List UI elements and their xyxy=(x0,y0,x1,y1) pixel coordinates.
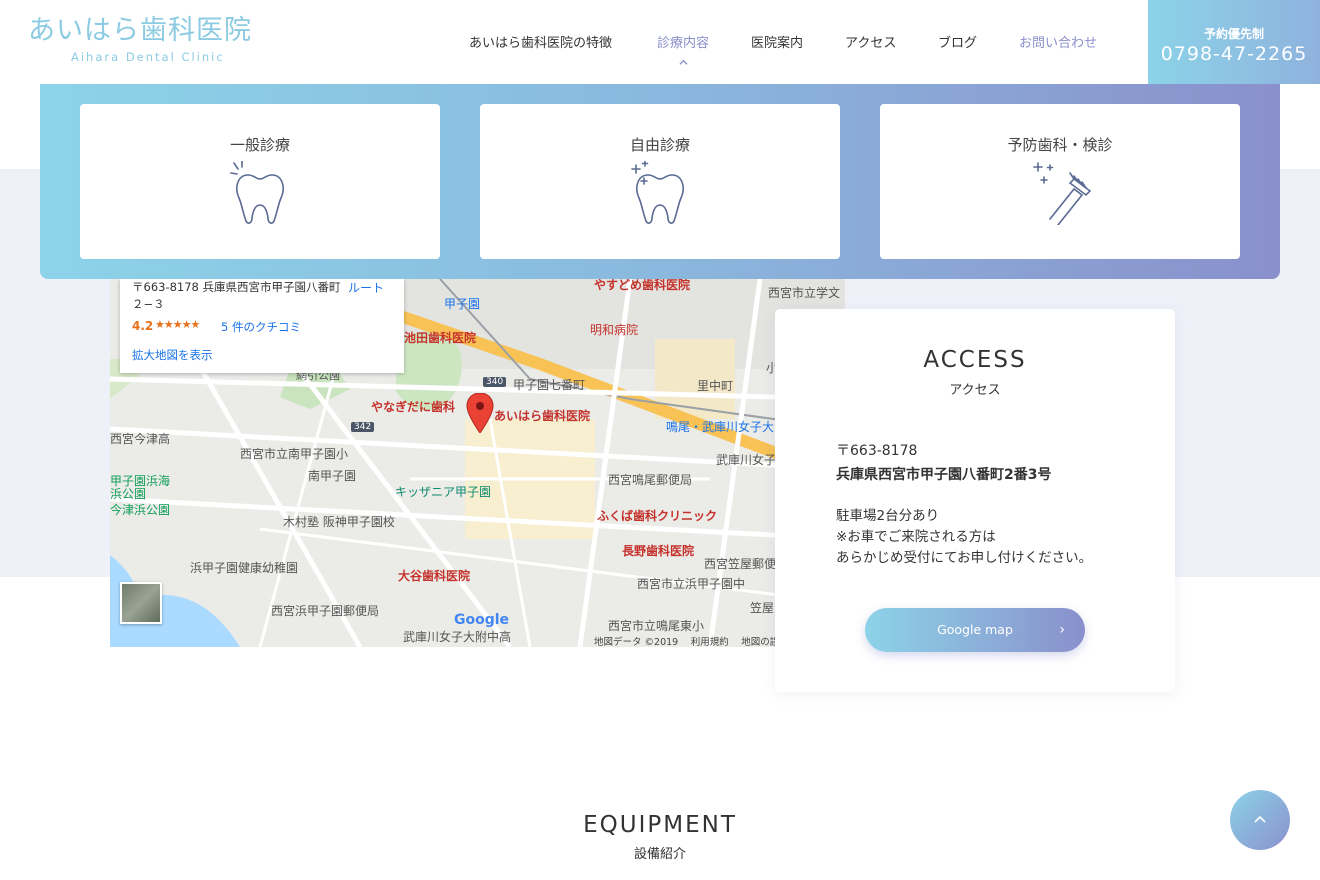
menu-card-private[interactable]: 自由診療 xyxy=(480,104,840,259)
tel-label: 予約優先制 xyxy=(1203,27,1264,41)
site-logo[interactable]: あいはら歯科医院 Aihara Dental Clinic xyxy=(28,14,268,64)
nav-treatments[interactable]: 診療内容 xyxy=(657,32,709,51)
nav-clinic-info[interactable]: 医院案内 xyxy=(751,32,803,51)
google-map-button-label: Google map xyxy=(937,622,1013,637)
access-card: ACCESS アクセス 〒663-8178 兵庫県西宮市甲子園八番町2番3号 駐… xyxy=(775,309,1175,692)
map-poi[interactable]: ふくば歯科クリニック xyxy=(597,507,717,524)
map-poi[interactable]: 甲子園浜海浜公園 xyxy=(110,475,170,501)
map-poi[interactable]: 今津浜公園 xyxy=(110,501,170,518)
chevron-up-icon xyxy=(679,59,688,65)
google-map-button[interactable]: Google map › xyxy=(865,608,1085,652)
map-poi[interactable]: 西宮市立浜甲子園中 xyxy=(637,575,745,592)
toothbrush-icon xyxy=(1033,162,1092,225)
map-poi[interactable]: 池田歯科医院 xyxy=(404,329,476,346)
nav-contact[interactable]: お問い合わせ xyxy=(1019,32,1097,51)
clinic-address: 兵庫県西宮市甲子園八番町2番3号 xyxy=(836,467,1052,483)
access-subheading: アクセス xyxy=(949,383,1001,398)
map-poi[interactable]: 大谷歯科医院 xyxy=(398,567,470,584)
logo-english: Aihara Dental Clinic xyxy=(71,50,225,64)
chevron-right-icon: › xyxy=(1059,622,1065,638)
nav-access[interactable]: アクセス xyxy=(845,32,896,51)
map-poi[interactable]: 西宮鳴尾郵便局 xyxy=(608,471,692,488)
menu-card-label: 自由診療 xyxy=(629,136,690,154)
menu-card-general[interactable]: 一般診療 xyxy=(80,104,440,259)
map-poi-clinic[interactable]: あいはら歯科医院 xyxy=(494,407,590,424)
map-poi[interactable]: 明和病院 xyxy=(590,321,638,338)
map-info-popup: 〒663-8178 兵庫県西宮市甲子園八番町２−３ ルート 4.2 ★★★★★ … xyxy=(120,279,404,373)
google-logo: Google xyxy=(454,612,509,628)
map-poi[interactable]: 武庫川女子大附中高 xyxy=(403,628,511,645)
treatments-dropdown: 一般診療 自由診療 予防歯科・検診 xyxy=(40,84,1280,279)
parking-note-line: あらかじめ受付にてお申し付けください。 xyxy=(836,550,1093,566)
map-poi[interactable]: キッザニア甲子園 xyxy=(395,483,491,500)
chevron-up-icon xyxy=(1254,815,1266,823)
map-road-label: 笠屋 xyxy=(750,601,775,615)
popup-enlarge-link[interactable]: 拡大地図を表示 xyxy=(132,347,213,363)
parking-note-line: ※お車でご来院される方は xyxy=(836,529,996,545)
map-poi[interactable]: 木村塾 阪神甲子園校 xyxy=(283,513,395,530)
menu-card-label: 一般診療 xyxy=(229,136,290,154)
menu-card-label: 予防歯科・検診 xyxy=(1007,136,1113,154)
tel-number: 0798-47-2265 xyxy=(1160,43,1308,65)
map-road-label: 里中町 xyxy=(697,379,734,393)
map-marker-icon[interactable] xyxy=(466,393,494,433)
access-heading: ACCESS xyxy=(923,347,1027,373)
map-poi[interactable]: 西宮浜甲子園郵便局 xyxy=(271,602,379,619)
google-map-embed[interactable]: 〒663-8178 兵庫県西宮市甲子園八番町２−３ ルート 4.2 ★★★★★ … xyxy=(110,279,845,647)
route-sign-icon: 340 xyxy=(483,377,507,387)
popup-route-link[interactable]: ルート xyxy=(348,279,384,296)
map-poi[interactable]: 西宮市立学文 xyxy=(768,284,840,301)
popup-rating: 4.2 xyxy=(132,319,154,333)
map-poi[interactable]: 長野歯科医院 xyxy=(622,542,694,559)
postal-code: 〒663-8178 xyxy=(836,443,918,459)
map-poi[interactable]: 武庫川女子 xyxy=(716,451,776,468)
map-poi[interactable]: 西宮市立南甲子園小 xyxy=(240,445,348,462)
tel-reservation-box[interactable]: 予約優先制 0798-47-2265 xyxy=(1148,0,1320,84)
map-poi[interactable]: 鳴尾・武庫川女子大 xyxy=(666,418,774,435)
logo-japanese: あいはら歯科医院 xyxy=(28,15,252,46)
nav-blog[interactable]: ブログ xyxy=(938,32,977,51)
route-sign-icon: 342 xyxy=(351,422,375,432)
map-road-label: 甲子園七番町 xyxy=(513,378,586,392)
map-poi[interactable]: 甲子園 xyxy=(444,295,480,312)
site-header: あいはら歯科医院 Aihara Dental Clinic あいはら歯科医院の特… xyxy=(0,0,1320,84)
popup-reviews-link[interactable]: 5 件のクチコミ xyxy=(221,319,301,335)
map-poi[interactable]: やなぎだに歯科 xyxy=(371,398,455,415)
satellite-toggle[interactable] xyxy=(120,582,162,624)
equipment-subheading: 設備紹介 xyxy=(633,847,686,862)
map-poi[interactable]: やすどめ歯科医院 xyxy=(594,279,690,293)
map-poi[interactable]: 浜甲子園健康幼稚園 xyxy=(190,559,298,576)
popup-address: 〒663-8178 兵庫県西宮市甲子園八番町２−３ xyxy=(132,280,341,311)
equipment-heading: EQUIPMENT xyxy=(583,812,737,838)
parking-note-line: 駐車場2台分あり xyxy=(836,508,940,524)
rating-stars-icon: ★★★★★ xyxy=(155,318,200,331)
map-road-label: 南甲子園 xyxy=(308,469,357,483)
map-poi[interactable]: 西宮今津高 xyxy=(110,430,170,447)
back-to-top-button[interactable] xyxy=(1230,790,1290,850)
nav-features[interactable]: あいはら歯科医院の特徴 xyxy=(469,32,612,51)
map-attribution[interactable]: 地図データ ©2019 利用規約 地図の誤 xyxy=(594,634,779,647)
menu-card-preventive[interactable]: 予防歯科・検診 xyxy=(880,104,1240,259)
parking-note: 駐車場2台分あり ※お車でご来院される方は あらかじめ受付にてお申し付けください… xyxy=(836,506,1092,569)
map-poi[interactable]: 西宮市立鳴尾東小 xyxy=(608,617,704,634)
sparkle-tooth-icon xyxy=(631,161,684,224)
google-wordmark: Google xyxy=(454,612,510,628)
tooth-icon xyxy=(230,161,284,224)
